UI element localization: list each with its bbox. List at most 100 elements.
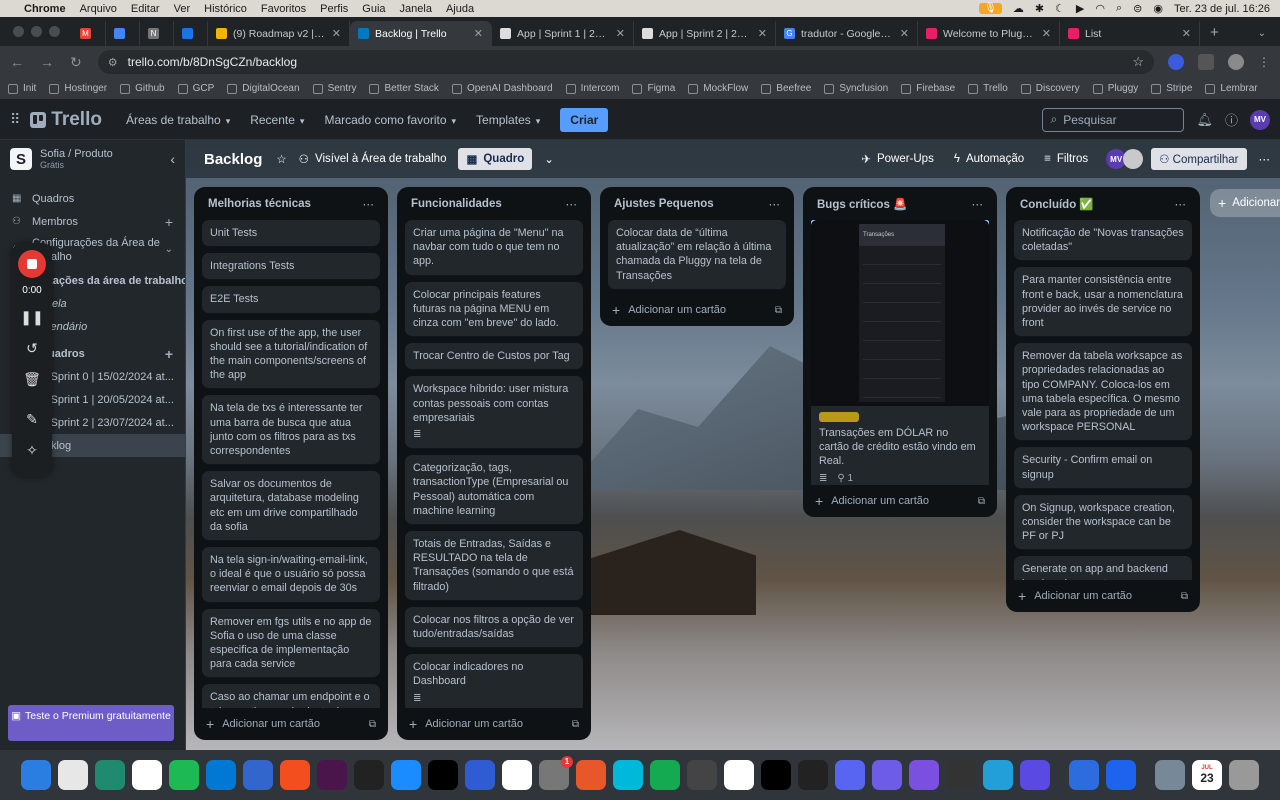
- board-menu-icon[interactable]: ⋯: [1259, 152, 1271, 166]
- figma-icon[interactable]: [280, 760, 310, 790]
- card[interactable]: Criar uma página de "Menu" na navbar com…: [405, 220, 583, 275]
- bookmark-star-icon[interactable]: ☆: [1132, 54, 1144, 70]
- datagrip-icon[interactable]: [798, 760, 828, 790]
- finder-icon[interactable]: [21, 760, 51, 790]
- automation-button[interactable]: ϟ Automação: [954, 153, 1024, 165]
- board-title[interactable]: Backlog: [204, 151, 262, 168]
- vscode-icon[interactable]: [206, 760, 236, 790]
- card[interactable]: Totais de Entradas, Saídas e RESULTADO n…: [405, 531, 583, 600]
- menu-perfis[interactable]: Perfis: [320, 3, 348, 15]
- premium-trial-button[interactable]: ▣ Teste o Premium gratuitamente: [8, 705, 174, 741]
- slack-icon[interactable]: [317, 760, 347, 790]
- list-title[interactable]: Ajustes Pequenos: [614, 198, 714, 210]
- bookmark-item[interactable]: DigitalOcean: [227, 83, 300, 94]
- card[interactable]: Generate on app and backend local enviro…: [1014, 556, 1192, 580]
- menu-guia[interactable]: Guia: [362, 3, 385, 15]
- xcode-icon[interactable]: [465, 760, 495, 790]
- play-icon[interactable]: ▶: [1076, 2, 1084, 15]
- app-store-icon[interactable]: [391, 760, 421, 790]
- card[interactable]: On first use of the app, the user should…: [202, 319, 380, 389]
- word-icon[interactable]: [243, 760, 273, 790]
- list-menu-icon[interactable]: ⋯: [566, 197, 578, 211]
- chrome-icon[interactable]: [132, 760, 162, 790]
- browser-tab[interactable]: [106, 21, 140, 46]
- zoom-window-button[interactable]: [49, 26, 60, 37]
- workspace-logo[interactable]: S: [10, 148, 32, 170]
- create-button[interactable]: Criar: [560, 107, 609, 132]
- browser-tab[interactable]: Gtradutor - Google Sear ✕: [776, 21, 918, 46]
- list-menu-icon[interactable]: ⋯: [972, 197, 984, 211]
- trash-icon[interactable]: [1229, 760, 1259, 790]
- pause-icon[interactable]: ❚❚: [20, 309, 43, 327]
- siri-icon[interactable]: ◉: [1153, 2, 1163, 15]
- extension-icon[interactable]: [1168, 54, 1184, 70]
- pen-icon[interactable]: ✎: [26, 411, 38, 429]
- view-switcher-chevron-icon[interactable]: ⌄: [544, 152, 554, 166]
- card[interactable]: Remover da tabela worksapce as proprieda…: [1014, 343, 1192, 441]
- close-tab-icon[interactable]: ✕: [616, 27, 625, 40]
- nav-recent[interactable]: Recente ▾: [250, 113, 304, 127]
- collapse-sidebar-icon[interactable]: ‹: [170, 151, 175, 167]
- bookmark-item[interactable]: Better Stack: [369, 83, 439, 94]
- bookmark-item[interactable]: Figma: [632, 83, 675, 94]
- bookmark-item[interactable]: Sentry: [312, 83, 356, 94]
- browser-tab[interactable]: Backlog | Trello ✕: [350, 21, 492, 46]
- list-title[interactable]: Bugs críticos 🚨: [817, 197, 907, 211]
- react-native-icon[interactable]: [1069, 760, 1099, 790]
- sidebar-item-members[interactable]: ⚇ Membros +: [0, 210, 185, 233]
- bookmark-item[interactable]: Syncfusion: [824, 83, 888, 94]
- device-icon[interactable]: [1155, 760, 1185, 790]
- card[interactable]: Categorização, tags, transactionType (Em…: [405, 455, 583, 525]
- card[interactable]: Colocar principais features futuras na p…: [405, 281, 583, 337]
- card[interactable]: Colocar nos filtros a opção de ver tudo/…: [405, 606, 583, 648]
- card[interactable]: Salvar os documentos de arquitetura, dat…: [202, 471, 380, 541]
- profile-avatar[interactable]: [1228, 54, 1244, 70]
- cloud-icon[interactable]: ☁: [1013, 2, 1024, 15]
- card[interactable]: Na tela sign-in/waiting-email-link, o id…: [202, 547, 380, 602]
- add-card-button[interactable]: + Adicionar um cartão ⧉: [405, 708, 583, 740]
- add-card-button[interactable]: + Adicionar um cartão ⧉: [202, 708, 380, 740]
- stop-recording-button[interactable]: [18, 250, 46, 278]
- dock-app-icon[interactable]: [1020, 760, 1050, 790]
- sidebar-item-boards[interactable]: ▦ Quadros: [0, 187, 185, 210]
- card-template-icon[interactable]: ⧉: [1181, 591, 1188, 602]
- reload-icon[interactable]: ↻: [70, 54, 82, 71]
- close-tab-icon[interactable]: ✕: [1182, 27, 1191, 40]
- docker-icon[interactable]: [1106, 760, 1136, 790]
- launchpad-icon[interactable]: [58, 760, 88, 790]
- tab-search-icon[interactable]: ⌄: [1258, 28, 1266, 39]
- datetime[interactable]: Ter. 23 de jul. 16:26: [1174, 3, 1270, 15]
- trello-logo[interactable]: Trello: [30, 109, 102, 131]
- back-icon[interactable]: ←: [10, 54, 24, 70]
- browser-tab[interactable]: [174, 21, 208, 46]
- card[interactable]: Caso ao chamar um endpoint e o token est…: [202, 684, 380, 708]
- add-board-icon[interactable]: +: [165, 346, 173, 362]
- filters-button[interactable]: ≡ Filtros: [1044, 153, 1088, 165]
- visibility-button[interactable]: ⚇ Visível à Área de trabalho: [299, 152, 447, 166]
- card[interactable]: Para manter consistência entre front e b…: [1014, 267, 1192, 337]
- menu-janela[interactable]: Janela: [400, 3, 432, 15]
- minimize-window-button[interactable]: [31, 26, 42, 37]
- unity-icon[interactable]: [687, 760, 717, 790]
- search-input[interactable]: ⌕ Pesquisar: [1042, 107, 1185, 132]
- add-card-button[interactable]: + Adicionar um cartão ⧉: [1014, 580, 1192, 612]
- menu-arquivo[interactable]: Arquivo: [80, 3, 117, 15]
- menu-historico[interactable]: Histórico: [204, 3, 247, 15]
- add-card-button[interactable]: + Adicionar um cartão ⧉: [811, 485, 989, 517]
- control-center-icon[interactable]: ✱: [1035, 2, 1044, 15]
- bookmark-item[interactable]: Trello: [968, 83, 1008, 94]
- card[interactable]: Security - Confirm email on signup: [1014, 447, 1192, 488]
- menu-ver[interactable]: Ver: [174, 3, 191, 15]
- card[interactable]: Colocar data de “última atualização” em …: [608, 220, 786, 289]
- chrome-menu-icon[interactable]: ⋮: [1258, 55, 1270, 69]
- add-list-button[interactable]: + Adicionar: [1210, 189, 1280, 217]
- effects-icon[interactable]: ✧: [26, 442, 38, 460]
- nav-workspaces[interactable]: Áreas de trabalho ▾: [126, 113, 230, 127]
- card[interactable]: Trocar Centro de Custos por Tag: [405, 343, 583, 370]
- card[interactable]: Integrations Tests: [202, 253, 380, 280]
- menu-chrome[interactable]: Chrome: [24, 3, 66, 15]
- close-tab-icon[interactable]: ✕: [332, 27, 341, 40]
- card-label[interactable]: [819, 412, 859, 422]
- card-template-icon[interactable]: ⧉: [978, 496, 985, 507]
- android-studio-icon[interactable]: [724, 760, 754, 790]
